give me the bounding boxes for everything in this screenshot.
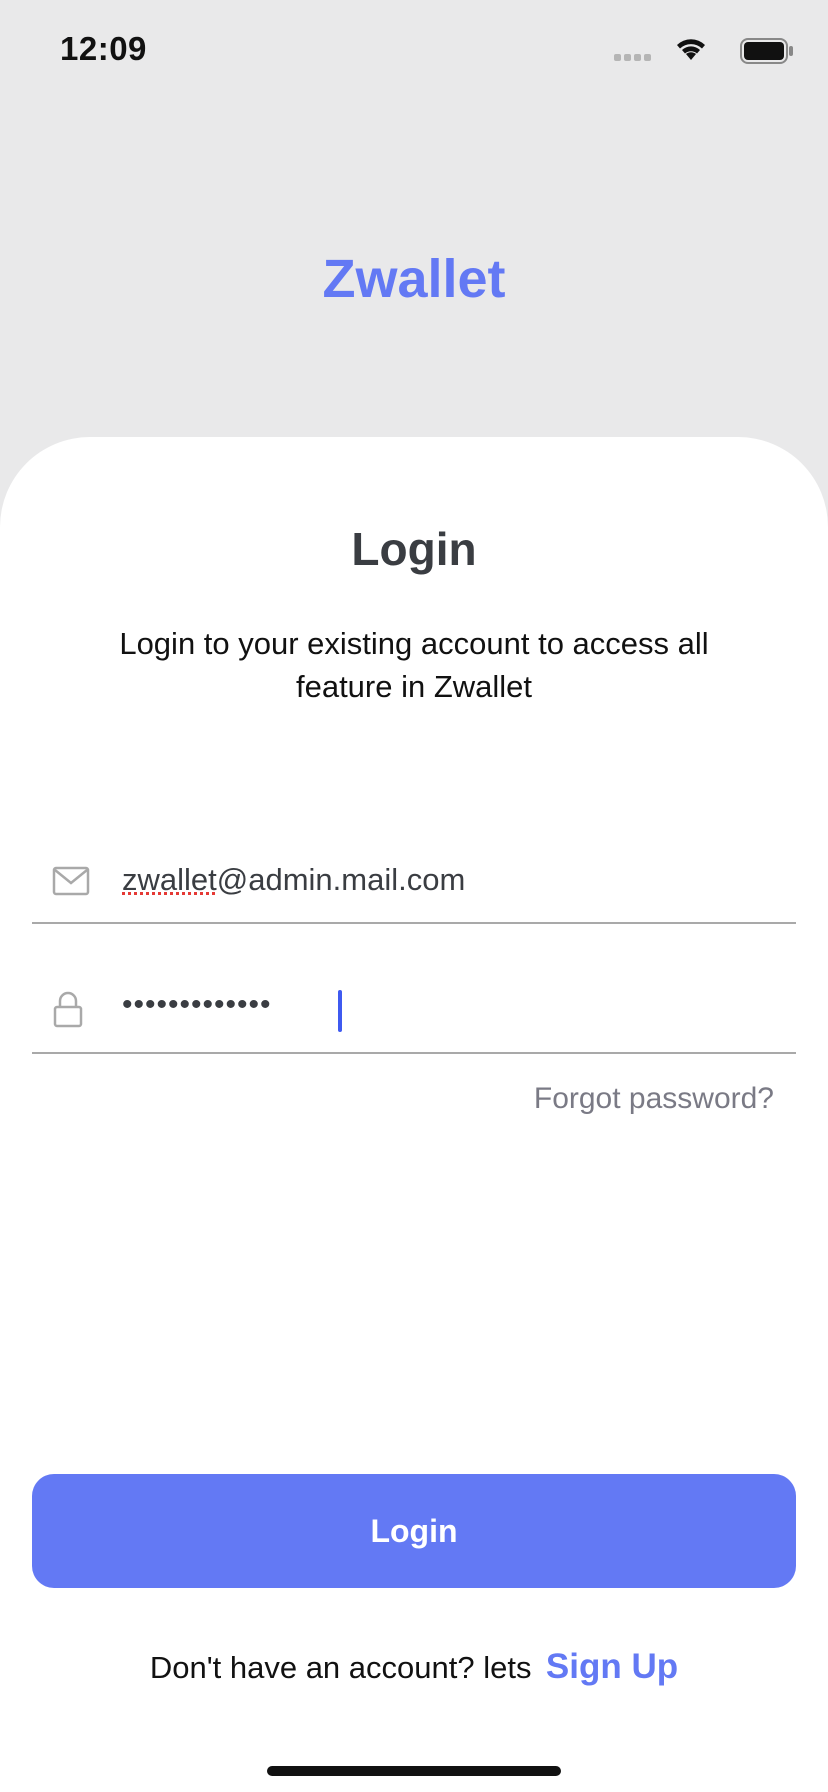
login-heading: Login [351, 523, 477, 575]
signal-icon [614, 54, 651, 61]
lock-icon [53, 991, 83, 1028]
status-bar: 12:09 [0, 0, 828, 100]
login-button[interactable]: Login [32, 1474, 796, 1588]
email-field[interactable]: zwallet@admin.mail.com [32, 842, 796, 924]
battery-icon [740, 38, 793, 64]
signup-prompt: Don't have an account? lets [149, 1650, 532, 1685]
password-value[interactable]: ••••••••••••• [122, 988, 272, 1022]
password-field[interactable]: ••••••••••••• [32, 972, 796, 1054]
email-value-domain: @admin.mail.com [216, 862, 466, 897]
home-indicator [267, 1766, 561, 1776]
login-sheet: Login Login to your existing account to … [0, 437, 828, 1792]
status-time: 12:09 [60, 30, 147, 67]
wifi-icon [677, 39, 705, 60]
signup-link[interactable]: Sign Up [546, 1647, 678, 1686]
mail-icon [52, 866, 90, 896]
login-description: Login to your existing account to access… [119, 626, 709, 704]
status-icons [594, 36, 794, 64]
signup-row: Don't have an account? lets Sign Up [0, 1647, 828, 1687]
app-title: Zwallet [322, 249, 506, 309]
email-value-user: zwallet [122, 862, 217, 897]
text-caret [338, 990, 342, 1032]
email-value[interactable]: zwallet@admin.mail.com [122, 862, 465, 898]
forgot-password-link[interactable]: Forgot password? [534, 1082, 774, 1116]
